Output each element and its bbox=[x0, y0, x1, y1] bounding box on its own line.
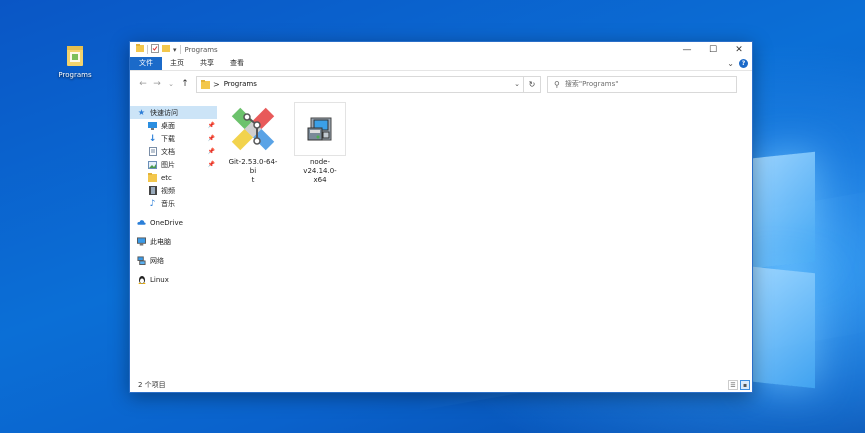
window-title: Programs bbox=[184, 45, 218, 54]
explorer-window: ▾ Programs — ☐ ✕ 文件 主页 共享 查看 ⌄ ? ← → ⌄ ↑… bbox=[129, 41, 753, 393]
large-icons-view-button[interactable]: ▪ bbox=[740, 380, 750, 390]
sidebar-item-quick-access[interactable]: ★ 快速访问 bbox=[130, 106, 217, 119]
address-dropdown-icon[interactable]: ⌄ bbox=[511, 80, 523, 88]
sidebar-item-downloads[interactable]: ↓ 下载 📌 bbox=[130, 132, 217, 145]
new-folder-icon[interactable] bbox=[162, 44, 170, 55]
forward-arrow-icon[interactable]: → bbox=[150, 79, 164, 89]
expand-ribbon-icon[interactable]: ⌄ bbox=[727, 59, 734, 68]
file-name-line: t bbox=[251, 176, 255, 184]
windows-logo-pane-top bbox=[753, 151, 815, 269]
file-name: Git-2.53.0-64-bi t bbox=[227, 158, 279, 185]
cloud-icon bbox=[137, 218, 146, 227]
file-name-line: x64 bbox=[313, 176, 327, 184]
linux-icon bbox=[137, 275, 146, 284]
sidebar-item-label: 音乐 bbox=[161, 199, 175, 208]
minimize-button[interactable]: — bbox=[674, 42, 700, 57]
explorer-content: ★ 快速访问 桌面 📌 ↓ 下载 📌 文档 📌 图片 📌 etc 视频 ♪ 音乐… bbox=[130, 96, 752, 378]
sidebar-item-this-pc[interactable]: 此电脑 bbox=[130, 235, 217, 248]
sidebar-item-label: 桌面 bbox=[161, 121, 175, 130]
file-item-node[interactable]: node-v24.14.0- x64 bbox=[294, 102, 346, 185]
sidebar-item-label: 网络 bbox=[150, 256, 164, 265]
sidebar-item-label: 文档 bbox=[161, 147, 175, 156]
sidebar-item-label: OneDrive bbox=[150, 218, 183, 227]
git-installer-icon bbox=[227, 102, 279, 156]
sidebar-item-label: etc bbox=[161, 173, 172, 182]
breadcrumb-programs[interactable]: Programs bbox=[224, 80, 257, 88]
file-name: node-v24.14.0- x64 bbox=[294, 158, 346, 185]
sidebar-item-music[interactable]: ♪ 音乐 bbox=[130, 197, 217, 210]
properties-icon[interactable] bbox=[151, 44, 159, 55]
search-box[interactable]: ⚲ 搜索"Programs" bbox=[547, 75, 737, 93]
sidebar-item-label: 此电脑 bbox=[150, 237, 171, 246]
status-bar: 2 个项目 ☰ ▪ bbox=[130, 378, 752, 392]
folder-icon bbox=[66, 44, 84, 68]
pin-icon: 📌 bbox=[207, 135, 215, 142]
sidebar-item-label: 下载 bbox=[161, 134, 175, 143]
window-controls: — ☐ ✕ bbox=[674, 42, 752, 57]
music-icon: ♪ bbox=[149, 198, 156, 209]
windows-logo-pane-bottom bbox=[753, 266, 815, 389]
search-placeholder: 搜索"Programs" bbox=[564, 80, 619, 88]
tab-home[interactable]: 主页 bbox=[162, 57, 192, 70]
details-view-button[interactable]: ☰ bbox=[728, 380, 738, 390]
divider bbox=[147, 45, 148, 54]
file-name-line: node-v24.14.0- bbox=[303, 158, 337, 175]
sidebar-item-documents[interactable]: 文档 📌 bbox=[130, 145, 217, 158]
sidebar-item-label: 视频 bbox=[161, 186, 175, 195]
pin-icon: 📌 bbox=[207, 122, 215, 129]
file-list: Git-2.53.0-64-bi t node-v24.14.0- x64 bbox=[217, 96, 752, 378]
divider bbox=[179, 45, 181, 54]
title-bar[interactable]: ▾ Programs — ☐ ✕ bbox=[130, 42, 752, 57]
video-icon bbox=[148, 186, 157, 195]
refresh-button[interactable]: ↻ bbox=[524, 75, 541, 93]
desktop-icon-label: Programs bbox=[58, 71, 92, 79]
folder-icon bbox=[148, 173, 157, 182]
pin-icon: 📌 bbox=[207, 161, 215, 168]
ribbon-tabs: 文件 主页 共享 查看 ⌄ ? bbox=[130, 57, 752, 71]
recent-locations-icon[interactable]: ⌄ bbox=[164, 80, 178, 88]
file-item-git[interactable]: Git-2.53.0-64-bi t bbox=[227, 102, 279, 185]
msi-installer-icon bbox=[294, 102, 346, 156]
file-name-line: Git-2.53.0-64-bi bbox=[228, 158, 278, 175]
sidebar-item-desktop[interactable]: 桌面 📌 bbox=[130, 119, 217, 132]
maximize-button[interactable]: ☐ bbox=[700, 42, 726, 57]
download-icon: ↓ bbox=[148, 133, 157, 144]
help-icon[interactable]: ? bbox=[739, 59, 748, 68]
desktop-icon bbox=[148, 121, 157, 130]
folder-icon bbox=[201, 79, 210, 89]
sidebar-item-etc[interactable]: etc bbox=[130, 171, 217, 184]
back-arrow-icon[interactable]: ← bbox=[136, 79, 150, 89]
sidebar-item-network[interactable]: 网络 bbox=[130, 254, 217, 267]
sidebar-item-label: 快速访问 bbox=[150, 108, 178, 117]
navigation-bar: ← → ⌄ ↑ > Programs ⌄ ↻ ⚲ 搜索"Programs" bbox=[130, 71, 752, 97]
document-icon bbox=[148, 147, 157, 156]
tab-view[interactable]: 查看 bbox=[222, 57, 252, 70]
navigation-pane: ★ 快速访问 桌面 📌 ↓ 下载 📌 文档 📌 图片 📌 etc 视频 ♪ 音乐… bbox=[130, 96, 217, 378]
sidebar-item-label: Linux bbox=[150, 275, 169, 284]
sidebar-item-onedrive[interactable]: OneDrive bbox=[130, 216, 217, 229]
sidebar-item-videos[interactable]: 视频 bbox=[130, 184, 217, 197]
sidebar-item-label: 图片 bbox=[161, 160, 175, 169]
network-icon bbox=[137, 256, 146, 265]
star-icon: ★ bbox=[137, 108, 146, 117]
address-bar[interactable]: > Programs ⌄ bbox=[196, 75, 524, 93]
up-arrow-icon[interactable]: ↑ bbox=[178, 79, 192, 89]
search-icon: ⚲ bbox=[554, 79, 560, 89]
quick-access-toolbar: ▾ bbox=[130, 44, 181, 55]
chevron-down-icon[interactable]: ▾ bbox=[173, 46, 177, 54]
close-button[interactable]: ✕ bbox=[726, 42, 752, 57]
tab-file[interactable]: 文件 bbox=[130, 57, 162, 70]
view-switcher: ☰ ▪ bbox=[728, 380, 752, 390]
item-count: 2 个项目 bbox=[138, 381, 166, 389]
breadcrumb-separator[interactable]: > bbox=[213, 80, 220, 89]
tab-share[interactable]: 共享 bbox=[192, 57, 222, 70]
desktop-icon-programs[interactable]: Programs bbox=[54, 44, 96, 79]
sidebar-item-linux[interactable]: Linux bbox=[130, 273, 217, 286]
pictures-icon bbox=[148, 160, 157, 169]
sidebar-item-pictures[interactable]: 图片 📌 bbox=[130, 158, 217, 171]
ribbon-right-controls: ⌄ ? bbox=[727, 59, 752, 68]
computer-icon bbox=[137, 237, 146, 246]
pin-icon: 📌 bbox=[207, 148, 215, 155]
folder-icon bbox=[136, 44, 144, 55]
